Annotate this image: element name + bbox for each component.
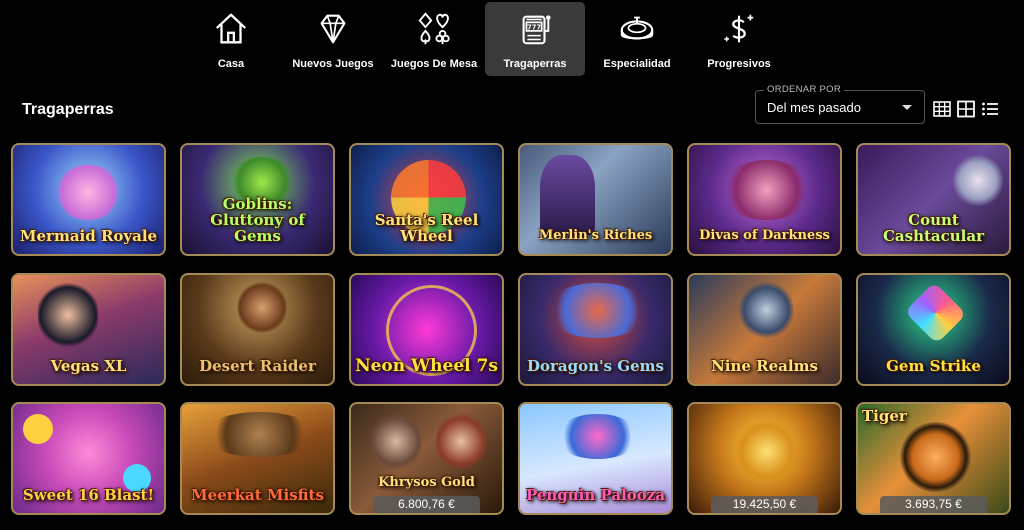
nav-label: Especialidad [603, 58, 671, 70]
list-view-icon[interactable] [981, 100, 999, 118]
game-title: Neon Wheel 7s [355, 356, 498, 376]
nav-item-tragaperras[interactable]: 777 Tragaperras [485, 2, 585, 76]
nav-item-casa[interactable]: Casa [181, 2, 281, 76]
game-tile[interactable]: Desert Raider [180, 273, 335, 386]
game-tile[interactable]: Nine Realms [687, 273, 842, 386]
game-title: Khrysos Gold [378, 475, 475, 490]
game-title: Divas of Darkness [699, 228, 830, 243]
grid-small-icon[interactable] [957, 100, 975, 118]
sort-caption: ORDENAR POR [764, 84, 845, 95]
game-tile[interactable]: 19.425,50 € [687, 402, 842, 515]
game-tile[interactable]: Vegas XL [11, 273, 166, 386]
svg-text:777: 777 [527, 23, 541, 31]
game-tile[interactable]: Santa's Reel Wheel [349, 143, 504, 256]
jackpot-amount: 6.800,76 € [373, 496, 480, 513]
game-title: Santa's Reel Wheel [374, 211, 479, 245]
game-title: Desert Raider [199, 357, 316, 375]
slot-machine-icon: 777 [522, 15, 551, 45]
jackpot-amount: 19.425,50 € [711, 496, 818, 513]
card-suits-icon [418, 12, 450, 45]
nav-label: Casa [217, 58, 245, 70]
nav-label: Juegos De Mesa [390, 58, 478, 70]
category-nav: Casa Nuevos Juegos Juegos De Mesa 777 Tr… [0, 0, 1024, 80]
game-tile[interactable]: Khrysos Gold 6.800,76 € [349, 402, 504, 515]
game-title: Count Cashtacular [882, 211, 984, 245]
nav-item-progresivos[interactable]: Progresivos [689, 2, 789, 76]
nav-item-juegos-de-mesa[interactable]: Juegos De Mesa [384, 2, 484, 76]
game-title: Nine Realms [711, 357, 818, 375]
sort-value: Del mes pasado [767, 100, 861, 115]
house-icon [215, 13, 247, 44]
nav-label: Tragaperras [503, 58, 567, 70]
nav-label: Nuevos Juegos [292, 58, 374, 70]
chevron-down-icon [902, 105, 912, 110]
game-title: Penguin Palooza [525, 486, 666, 504]
game-title: Goblins: Gluttony of Gems [210, 195, 305, 245]
game-tile[interactable]: Neon Wheel 7s [349, 273, 504, 386]
game-grid: Mermaid Royale Goblins: Gluttony of Gems… [11, 143, 1011, 530]
diamond-icon [320, 14, 346, 44]
game-tile[interactable]: Doragon's Gems [518, 273, 673, 386]
page-title: Tragaperras [22, 101, 114, 118]
game-tile[interactable]: Penguin Palooza [518, 402, 673, 515]
game-tile[interactable]: Merlin's Riches [518, 143, 673, 256]
nav-label: Progresivos [707, 58, 771, 70]
game-title: Sweet 16 Blast! [22, 486, 155, 504]
sort-dropdown[interactable]: ORDENAR POR Del mes pasado [755, 84, 925, 124]
game-title: Vegas XL [50, 357, 127, 375]
game-title: Gem Strike [886, 357, 981, 375]
grid-large-icon[interactable] [933, 100, 951, 118]
game-tile[interactable]: Goblins: Gluttony of Gems [180, 143, 335, 256]
game-tile[interactable]: Tiger 3.693,75 € [856, 402, 1011, 515]
jackpot-amount: 3.693,75 € [880, 496, 987, 513]
game-tile[interactable]: Gem Strike [856, 273, 1011, 386]
game-title: Mermaid Royale [19, 227, 158, 245]
game-title: Meerkat Misfits [191, 486, 324, 504]
nav-item-nuevos-juegos[interactable]: Nuevos Juegos [283, 2, 383, 76]
game-title: Doragon's Gems [527, 357, 664, 375]
game-tile[interactable]: Meerkat Misfits [180, 402, 335, 515]
dollar-sparkle-icon [724, 14, 754, 43]
roulette-icon [620, 16, 654, 40]
game-tile[interactable]: Divas of Darkness [687, 143, 842, 256]
game-tile[interactable]: Mermaid Royale [11, 143, 166, 256]
game-title: Merlin's Riches [538, 228, 653, 243]
nav-item-especialidad[interactable]: Especialidad [587, 2, 687, 76]
game-tile[interactable]: Sweet 16 Blast! [11, 402, 166, 515]
game-tile[interactable]: Count Cashtacular [856, 143, 1011, 256]
game-title: Tiger [862, 407, 907, 425]
